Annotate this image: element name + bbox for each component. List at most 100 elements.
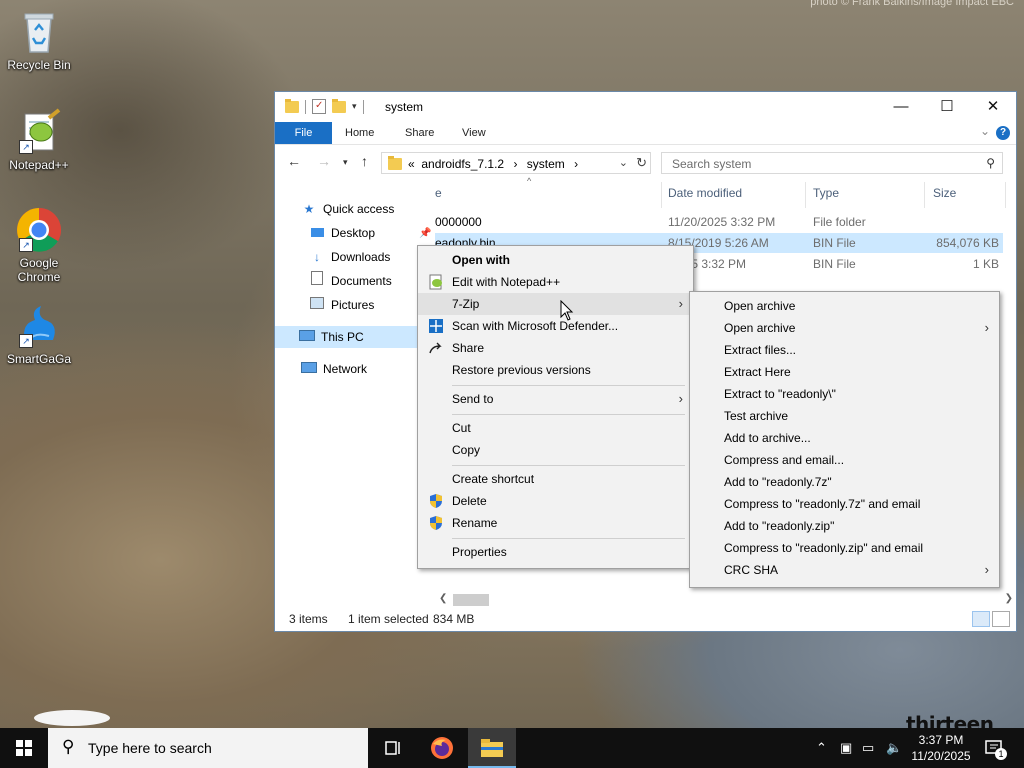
minimize-button[interactable]: — — [878, 92, 924, 122]
menu-item-cut[interactable]: Cut — [418, 417, 693, 439]
menu-item-open-archive-sub[interactable]: Open archive › — [690, 317, 999, 339]
file-type: BIN File — [813, 257, 856, 271]
close-button[interactable]: ✕ — [970, 92, 1016, 122]
title-bar[interactable]: ✓ ▾ system — ☐ ✕ — [275, 92, 1016, 122]
firefox-icon[interactable] — [430, 736, 454, 760]
sort-chevron-icon: ^ — [527, 176, 532, 186]
menu-item-add-7z[interactable]: Add to "readonly.7z" — [690, 471, 999, 493]
nav-item-network[interactable]: Network — [301, 358, 367, 380]
taskbar-search[interactable]: ⚲ Type here to search — [48, 728, 368, 768]
nav-item-desktop[interactable]: Desktop — [309, 222, 375, 244]
chevron-right-icon: › — [678, 296, 683, 311]
start-button[interactable] — [0, 728, 48, 768]
refresh-icon[interactable]: ↻ — [636, 155, 647, 171]
notification-center-icon[interactable]: 1 — [984, 738, 1007, 760]
tab-home[interactable]: Home — [345, 122, 374, 144]
7zip-submenu: Open archive Open archive › Extract files… — [689, 291, 1000, 588]
scroll-right-icon[interactable]: ❯ — [1005, 593, 1013, 604]
menu-item-test-archive[interactable]: Test archive — [690, 405, 999, 427]
menu-item-share[interactable]: Share — [418, 337, 693, 359]
breadcrumb-item[interactable]: androidfs_7.1.2 — [421, 157, 504, 171]
large-icons-view-icon[interactable] — [992, 611, 1010, 627]
windows-logo-icon — [16, 740, 32, 756]
column-header-date[interactable]: Date modified — [668, 186, 742, 200]
menu-separator — [452, 414, 685, 415]
network-icon — [301, 358, 317, 380]
menu-item-add-to-archive[interactable]: Add to archive... — [690, 427, 999, 449]
tab-share[interactable]: Share — [405, 122, 434, 144]
desktop-icon-smartgaga[interactable]: ↗ SmartGaGa — [1, 302, 77, 366]
table-row[interactable]: 0000000 11/20/2025 3:32 PM File folder — [435, 212, 1003, 232]
chevron-right-icon[interactable]: › — [513, 157, 517, 171]
menu-item-properties[interactable]: Properties — [418, 541, 693, 563]
shortcut-arrow-icon: ↗ — [19, 238, 33, 252]
desktop-icon-chrome[interactable]: ↗ Google Chrome — [1, 206, 77, 284]
menu-item-extract-files[interactable]: Extract files... — [690, 339, 999, 361]
menu-item-edit-notepadpp[interactable]: Edit with Notepad++ — [418, 271, 693, 293]
up-icon[interactable]: ↑ — [361, 153, 368, 169]
address-dropdown-icon[interactable]: ⌄ — [619, 156, 628, 169]
file-explorer-taskbar-icon[interactable] — [468, 728, 516, 768]
scrollbar-thumb[interactable] — [453, 594, 489, 606]
breadcrumb-item[interactable]: system — [527, 157, 565, 171]
clock[interactable]: 3:37 PM 11/20/2025 — [906, 732, 976, 764]
menu-item-extract-here[interactable]: Extract Here — [690, 361, 999, 383]
address-bar[interactable]: « androidfs_7.1.2 › system › ⌄ ↻ — [381, 152, 651, 174]
menu-item-copy[interactable]: Copy — [418, 439, 693, 461]
column-header-size[interactable]: Size — [933, 186, 956, 200]
recent-locations-icon[interactable]: ▾ — [343, 157, 348, 168]
menu-item-compress-email[interactable]: Compress and email... — [690, 449, 999, 471]
menu-separator — [452, 385, 685, 386]
nav-item-this-pc[interactable]: This PC — [275, 326, 421, 348]
menu-item-scan-defender[interactable]: Scan with Microsoft Defender... — [418, 315, 693, 337]
menu-item-crc-sha[interactable]: CRC SHA › — [690, 559, 999, 581]
menu-item-delete[interactable]: Delete — [418, 490, 693, 512]
expand-ribbon-icon[interactable]: ⌄ — [980, 124, 990, 138]
taskbar-search-input[interactable]: Type here to search — [88, 740, 212, 756]
menu-item-extract-to[interactable]: Extract to "readonly\" — [690, 383, 999, 405]
menu-item-open-archive[interactable]: Open archive — [690, 295, 999, 317]
column-header-type[interactable]: Type — [813, 186, 839, 200]
menu-item-rename[interactable]: Rename — [418, 512, 693, 534]
menu-item-add-zip[interactable]: Add to "readonly.zip" — [690, 515, 999, 537]
desktop-icon-recycle-bin[interactable]: Recycle Bin — [1, 8, 77, 72]
maximize-button[interactable]: ☐ — [924, 92, 970, 122]
forward-icon[interactable]: → — [317, 153, 331, 169]
tab-file[interactable]: File — [275, 122, 332, 144]
horizontal-scrollbar[interactable]: ❮ ❯ — [435, 592, 1017, 608]
desktop-icon-label: Recycle Bin — [7, 58, 71, 72]
back-icon[interactable]: ← — [287, 153, 301, 169]
search-input[interactable]: Search system — [672, 157, 751, 171]
nav-item-quick-access[interactable]: ★ Quick access — [301, 198, 395, 220]
nav-label: Downloads — [331, 250, 391, 264]
desktop-icon-notepadpp[interactable]: ↗ Notepad++ — [1, 108, 77, 172]
breadcrumb-overflow[interactable]: « — [408, 157, 415, 171]
column-header-name[interactable]: e — [435, 186, 442, 200]
menu-item-restore-versions[interactable]: Restore previous versions — [418, 359, 693, 381]
nav-item-documents[interactable]: Documents — [309, 270, 392, 292]
task-view-icon[interactable] — [382, 738, 402, 758]
chevron-right-icon[interactable]: › — [574, 157, 578, 171]
tab-view[interactable]: View — [462, 122, 486, 144]
new-folder-icon[interactable] — [332, 98, 346, 113]
qat-dropdown-icon[interactable]: ▾ — [352, 101, 357, 112]
quick-access-toolbar: ✓ ▾ — [285, 98, 364, 114]
documents-icon — [309, 270, 325, 292]
volume-muted-icon[interactable]: 🔈 — [886, 728, 902, 768]
help-icon[interactable]: ? — [996, 126, 1010, 140]
network-status-icon[interactable]: ▭ — [862, 728, 874, 768]
show-hidden-icons-icon[interactable]: ⌃ — [816, 728, 827, 768]
meet-now-icon[interactable]: ▣ — [840, 728, 852, 768]
scroll-left-icon[interactable]: ❮ — [439, 593, 447, 604]
nav-item-downloads[interactable]: ↓ Downloads — [309, 246, 390, 268]
menu-item-create-shortcut[interactable]: Create shortcut — [418, 468, 693, 490]
menu-item-compress-7z-email[interactable]: Compress to "readonly.7z" and email — [690, 493, 999, 515]
nav-item-pictures[interactable]: Pictures — [309, 294, 374, 316]
properties-icon[interactable]: ✓ — [312, 99, 326, 114]
search-box[interactable]: Search system ⚲ — [661, 152, 1003, 174]
details-view-icon[interactable] — [972, 611, 990, 627]
menu-item-send-to[interactable]: Send to › — [418, 388, 693, 410]
menu-item-7zip[interactable]: 7-Zip › — [418, 293, 693, 315]
menu-item-open-with[interactable]: Open with — [418, 249, 693, 271]
menu-item-compress-zip-email[interactable]: Compress to "readonly.zip" and email — [690, 537, 999, 559]
